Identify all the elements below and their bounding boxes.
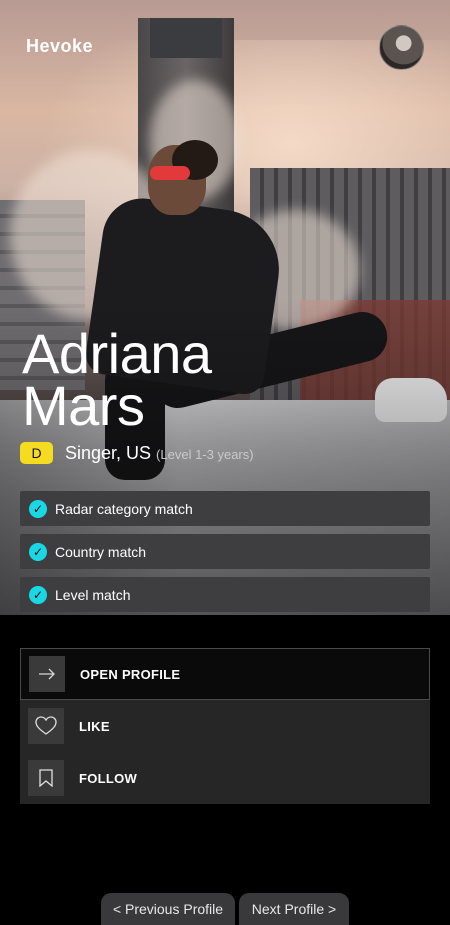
profile-role: Singer, US: [65, 442, 152, 463]
like-button[interactable]: LIKE: [20, 700, 430, 752]
profile-last-name: Mars: [22, 374, 145, 437]
level-badge: D: [20, 442, 53, 464]
follow-label: FOLLOW: [79, 770, 138, 786]
match-item-level: ✓ Level match: [20, 577, 430, 612]
match-label: Radar category match: [55, 500, 193, 517]
match-item-country: ✓ Country match: [20, 534, 430, 569]
sunglasses: [150, 166, 190, 180]
match-label: Level match: [55, 586, 131, 603]
previous-profile-button[interactable]: < Previous Profile: [101, 893, 235, 925]
follow-button[interactable]: FOLLOW: [20, 752, 430, 804]
match-item-radar-category: ✓ Radar category match: [20, 491, 430, 526]
bookmark-icon: [28, 760, 64, 796]
open-profile-button[interactable]: OPEN PROFILE: [20, 648, 430, 700]
profile-name: Adriana Mars: [22, 322, 422, 437]
profile-meta: D Singer, US (Level 1-3 years): [20, 440, 254, 466]
match-list: ✓ Radar category match ✓ Country match ✓…: [20, 491, 430, 620]
open-profile-label: OPEN PROFILE: [80, 666, 181, 682]
app-logo[interactable]: Hevoke: [26, 36, 93, 57]
tower-top: [150, 18, 222, 58]
check-icon: ✓: [29, 585, 47, 604]
user-avatar[interactable]: [379, 25, 424, 70]
arrow-right-icon: [29, 656, 65, 692]
match-label: Country match: [55, 543, 147, 560]
profile-first-name: Adriana: [22, 322, 212, 385]
check-icon: ✓: [29, 542, 47, 561]
profile-level-text: (Level 1-3 years): [156, 446, 254, 462]
heart-icon: [28, 708, 64, 744]
like-label: LIKE: [79, 718, 110, 734]
next-profile-button[interactable]: Next Profile >: [239, 893, 349, 925]
action-list: OPEN PROFILE LIKE FOLLOW: [20, 648, 430, 804]
check-icon: ✓: [29, 499, 47, 518]
